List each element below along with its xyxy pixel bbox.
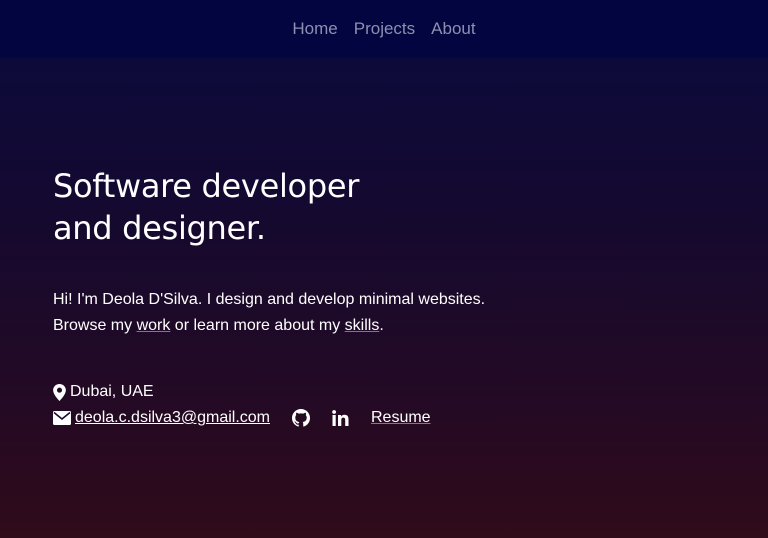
headline-line-2: and designer. [53,209,266,247]
nav-about-link[interactable]: About [431,19,475,39]
top-navbar: Home Projects About [0,0,768,58]
email-link[interactable]: deola.c.dsilva3@gmail.com [75,405,270,431]
location-text: Dubai, UAE [70,383,154,400]
intro-text: Hi! I'm Deola D'Silva. I design and deve… [53,287,653,339]
location-row: Dubai, UAE [53,379,653,405]
intro-prefix: Browse my [53,317,137,334]
resume-link[interactable]: Resume [371,405,431,431]
intro-suffix: . [379,317,384,334]
nav-projects-link[interactable]: Projects [354,19,415,39]
headline-line-1: Software developer [53,167,360,205]
hero-section: Software developer and designer. Hi! I'm… [53,165,653,431]
linkedin-link[interactable] [332,410,349,426]
github-link[interactable] [292,409,310,427]
hero-headline: Software developer and designer. [53,165,653,249]
github-icon [292,409,310,427]
linkedin-icon [332,410,349,426]
map-pin-icon [53,383,66,401]
links-row: deola.c.dsilva3@gmail.com Resume [53,405,653,431]
envelope-icon [53,411,71,425]
intro-line-1: Hi! I'm Deola D'Silva. I design and deve… [53,291,486,308]
nav-home-link[interactable]: Home [292,19,337,39]
work-link[interactable]: work [137,317,171,334]
intro-middle: or learn more about my [170,317,345,334]
intro-line-2: Browse my work or learn more about my sk… [53,313,653,339]
skills-link[interactable]: skills [345,317,380,334]
contact-info: Dubai, UAE deola.c.dsilva3@gmail.com Res… [53,379,653,431]
